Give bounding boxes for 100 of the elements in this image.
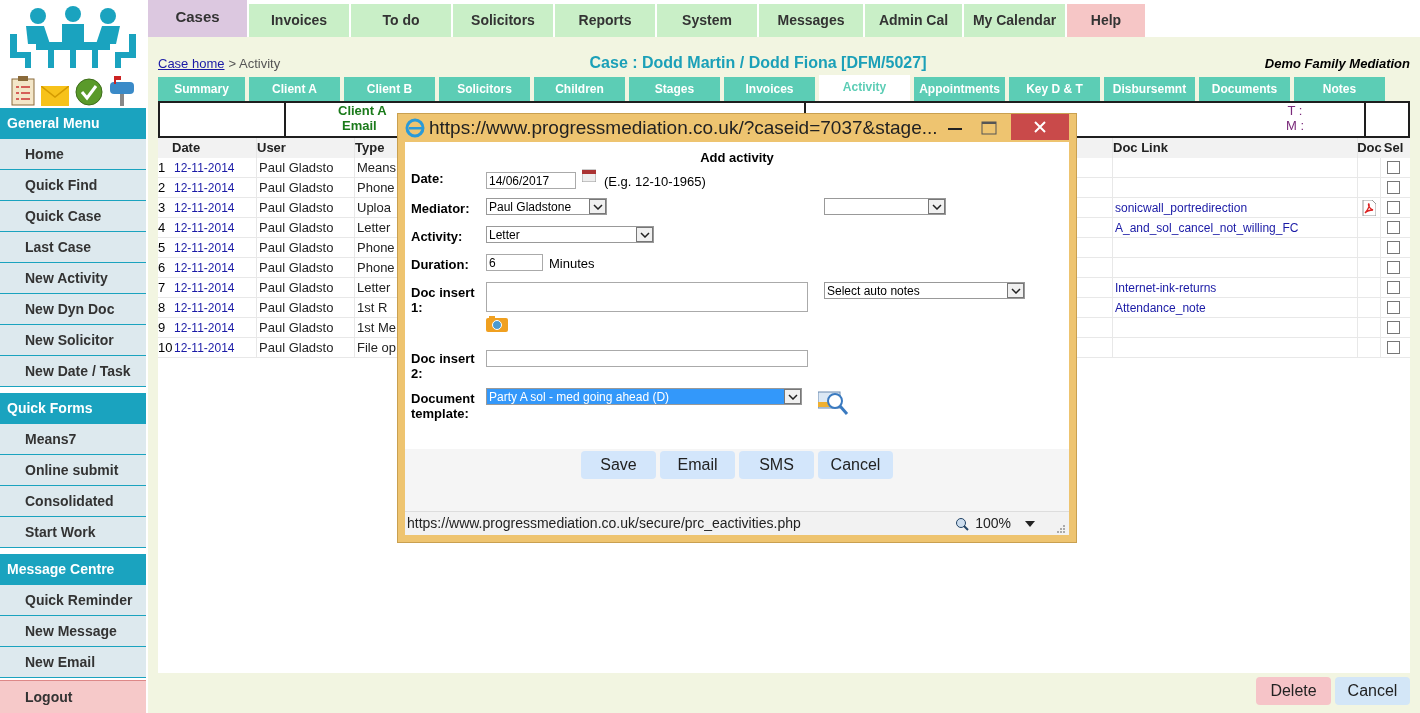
nav-tab[interactable]: Solicitors bbox=[453, 4, 553, 37]
caret-icon[interactable] bbox=[787, 393, 798, 400]
menu-item[interactable]: Consolidated bbox=[0, 486, 146, 517]
nav-tab[interactable]: Cases bbox=[148, 0, 247, 37]
date-link[interactable]: 12-11-2014 bbox=[174, 198, 235, 217]
row-checkbox[interactable] bbox=[1387, 201, 1400, 215]
date-field[interactable]: 14/06/2017 bbox=[486, 172, 576, 189]
menu-item[interactable]: New Activity bbox=[0, 263, 146, 294]
row-checkbox[interactable] bbox=[1387, 261, 1400, 275]
row-checkbox[interactable] bbox=[1387, 341, 1400, 355]
row-checkbox[interactable] bbox=[1387, 281, 1400, 295]
field-label: Date: bbox=[411, 170, 445, 186]
nav-tab[interactable]: Help bbox=[1067, 4, 1145, 37]
menu-section-header: Message Centre bbox=[0, 554, 146, 585]
table-cell-text: Paul Gladsto bbox=[259, 199, 334, 217]
close-icon[interactable] bbox=[1034, 121, 1046, 133]
nav-tab[interactable]: System bbox=[657, 4, 757, 37]
caret-icon[interactable] bbox=[592, 203, 603, 210]
check-icon[interactable] bbox=[75, 78, 103, 106]
caret-icon[interactable] bbox=[931, 203, 942, 210]
action-button[interactable]: Delete bbox=[1256, 677, 1331, 705]
menu-item[interactable]: New Date / Task bbox=[0, 356, 146, 387]
camera-icon[interactable] bbox=[486, 316, 508, 332]
table-cell-text: Letter bbox=[357, 279, 391, 297]
activity-select[interactable]: Letter bbox=[486, 226, 654, 243]
menu-item[interactable]: Quick Find bbox=[0, 170, 146, 201]
dialog-button[interactable]: Save bbox=[581, 451, 656, 479]
case-title: Case : Dodd Martin / Dodd Fiona [DFM/5027] bbox=[588, 53, 928, 73]
secondary-select[interactable] bbox=[824, 198, 946, 215]
nav-tab[interactable]: Admin Cal bbox=[865, 4, 962, 37]
date-link[interactable]: 12-11-2014 bbox=[174, 218, 235, 237]
doc-insert-field[interactable] bbox=[486, 350, 808, 367]
document-link[interactable]: Internet-ink-returns bbox=[1115, 278, 1217, 297]
row-checkbox[interactable] bbox=[1387, 221, 1400, 235]
date-link[interactable]: 12-11-2014 bbox=[174, 178, 235, 197]
menu-item[interactable]: Online submit bbox=[0, 455, 146, 486]
menu-item[interactable]: Quick Case bbox=[0, 201, 146, 232]
document-search-icon[interactable] bbox=[818, 388, 850, 416]
date-link[interactable]: 12-11-2014 bbox=[174, 238, 235, 257]
duration-field[interactable]: 6 bbox=[486, 254, 543, 271]
menu-item[interactable]: Means7 bbox=[0, 424, 146, 455]
nav-tab[interactable]: Messages bbox=[759, 4, 863, 37]
row-checkbox[interactable] bbox=[1387, 161, 1400, 175]
client-a-label: Client A bbox=[338, 103, 387, 118]
menu-item[interactable]: New Solicitor bbox=[0, 325, 146, 356]
maximize-icon[interactable] bbox=[981, 121, 997, 135]
dialog-button[interactable]: Email bbox=[660, 451, 735, 479]
nav-tab[interactable]: Reports bbox=[555, 4, 655, 37]
caret-icon[interactable] bbox=[639, 231, 650, 238]
table-cell-text: Phone bbox=[357, 179, 395, 197]
column-header: Date bbox=[172, 139, 201, 158]
row-checkbox[interactable] bbox=[1387, 301, 1400, 315]
document-link[interactable]: Attendance_note bbox=[1115, 298, 1206, 317]
auto-notes-select[interactable]: Select auto notes bbox=[824, 282, 1025, 299]
document-link[interactable]: A_and_sol_cancel_not_willing_FC bbox=[1115, 218, 1299, 237]
action-button[interactable]: Cancel bbox=[1335, 677, 1410, 705]
menu-section-header: Quick Forms bbox=[0, 393, 146, 424]
clipboard-icon[interactable] bbox=[11, 76, 35, 106]
dialog-button[interactable]: Cancel bbox=[818, 451, 893, 479]
menu-item[interactable]: Home bbox=[0, 139, 146, 170]
mediator-select[interactable]: Paul Gladstone bbox=[486, 198, 607, 215]
case-home-link[interactable]: Case home bbox=[158, 54, 225, 74]
menu-item[interactable]: New Dyn Doc bbox=[0, 294, 146, 325]
close-button[interactable] bbox=[1011, 114, 1069, 140]
row-checkbox[interactable] bbox=[1387, 181, 1400, 195]
doc-insert-field[interactable] bbox=[486, 282, 808, 312]
mailbox-icon[interactable] bbox=[109, 76, 135, 106]
browser-icon bbox=[405, 118, 425, 138]
table-cell-text: Paul Gladsto bbox=[259, 239, 334, 257]
caret-icon[interactable] bbox=[1010, 287, 1021, 294]
row-checkbox[interactable] bbox=[1387, 241, 1400, 255]
logout-link[interactable]: Logout bbox=[0, 680, 146, 713]
table-cell-text: Paul Gladsto bbox=[259, 299, 334, 317]
date-link[interactable]: 12-11-2014 bbox=[174, 298, 235, 317]
date-hint: (E.g. 12-10-1965) bbox=[603, 173, 706, 191]
row-checkbox[interactable] bbox=[1387, 321, 1400, 335]
nav-tab[interactable]: Invoices bbox=[249, 4, 349, 37]
pdf-icon[interactable] bbox=[1362, 199, 1376, 216]
date-link[interactable]: 12-11-2014 bbox=[174, 258, 235, 277]
document-link[interactable]: sonicwall_portredirection bbox=[1115, 198, 1248, 217]
resize-grip-icon[interactable] bbox=[1057, 525, 1065, 533]
date-link[interactable]: 12-11-2014 bbox=[174, 278, 235, 297]
zoom-icon[interactable] bbox=[955, 516, 970, 531]
menu-item[interactable]: New Email bbox=[0, 647, 146, 678]
table-cell-text: Paul Gladsto bbox=[259, 319, 334, 337]
dialog-button[interactable]: SMS bbox=[739, 451, 814, 479]
email-label: Email bbox=[341, 118, 377, 133]
nav-tab[interactable]: My Calendar bbox=[964, 4, 1065, 37]
nav-tab[interactable]: To do bbox=[351, 4, 451, 37]
calendar-icon[interactable] bbox=[582, 168, 596, 182]
menu-item[interactable]: New Message bbox=[0, 616, 146, 647]
row-number: 7 bbox=[158, 279, 166, 297]
date-link[interactable]: 12-11-2014 bbox=[174, 158, 235, 177]
dropdown-icon[interactable] bbox=[1025, 520, 1035, 527]
menu-item[interactable]: Start Work bbox=[0, 517, 146, 548]
date-link[interactable]: 12-11-2014 bbox=[174, 318, 235, 337]
menu-item[interactable]: Last Case bbox=[0, 232, 146, 263]
menu-item[interactable]: Quick Reminder bbox=[0, 585, 146, 616]
date-link[interactable]: 12-11-2014 bbox=[174, 338, 235, 357]
column-header: Sel bbox=[1383, 139, 1404, 158]
